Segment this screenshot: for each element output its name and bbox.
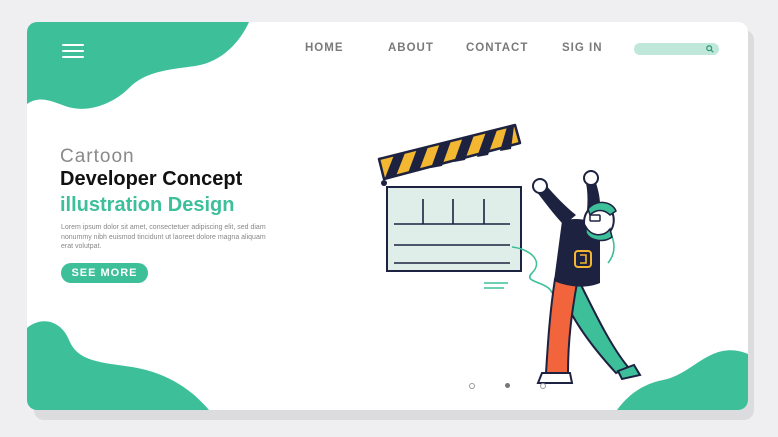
search-input[interactable]: [640, 43, 706, 55]
pagination-dot[interactable]: [540, 383, 546, 389]
hero-title-line-2: Developer Concept: [60, 168, 243, 190]
landing-page: HOME ABOUT CONTACT SIG IN Cartoon Develo…: [27, 22, 748, 410]
nav-contact-link[interactable]: CONTACT: [466, 42, 528, 54]
search-bar: [634, 43, 719, 55]
see-more-button[interactable]: SEE MORE: [61, 263, 148, 283]
developer-character: [511, 170, 642, 384]
search-icon[interactable]: [706, 45, 714, 53]
developer-illustration: [377, 123, 642, 384]
hero-title-line-1: Cartoon: [60, 146, 135, 167]
hero-title-line-3: illustration Design: [60, 194, 235, 216]
clapperboard-illustration: [377, 123, 522, 289]
pagination-dot[interactable]: [469, 383, 475, 389]
nav-about-link[interactable]: ABOUT: [388, 42, 434, 54]
pagination-dot-active[interactable]: [505, 383, 510, 388]
bottom-left-blob: [27, 321, 209, 410]
nav-sign-in-link[interactable]: SIG IN: [562, 42, 603, 54]
hero-description: Lorem ipsum dolor sit amet, consectetuer…: [61, 224, 266, 250]
nav-home-link[interactable]: HOME: [305, 42, 344, 54]
menu-icon[interactable]: [62, 43, 84, 59]
top-left-blob: [27, 22, 249, 109]
